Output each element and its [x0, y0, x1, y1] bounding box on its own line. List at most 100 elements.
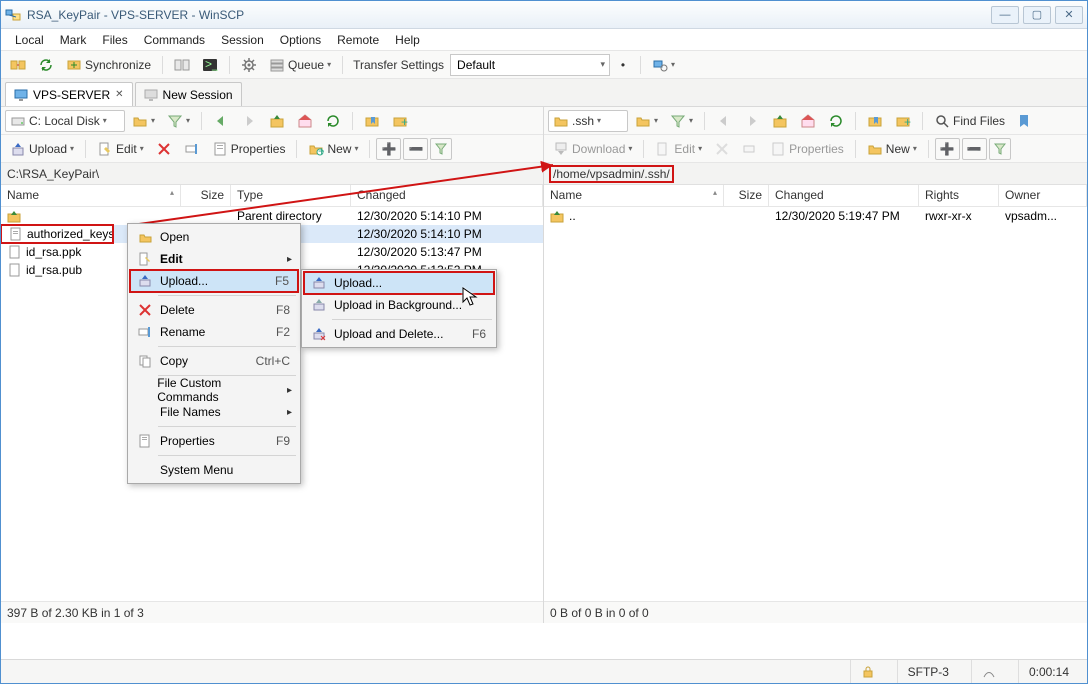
- edit-button[interactable]: Edit▾: [92, 138, 149, 160]
- remote-forward-icon[interactable]: [739, 110, 765, 132]
- ctx-sysmenu[interactable]: System Menu: [130, 459, 298, 481]
- menu-session[interactable]: Session: [213, 31, 272, 49]
- local-home-icon[interactable]: [292, 110, 318, 132]
- ctx-copy[interactable]: CopyCtrl+C: [130, 350, 298, 372]
- sync-browse-icon[interactable]: [5, 54, 31, 76]
- ctx-delete[interactable]: DeleteF8: [130, 299, 298, 321]
- ctx-fcc[interactable]: File Custom Commands▸: [130, 379, 298, 401]
- menu-mark[interactable]: Mark: [52, 31, 95, 49]
- sync-icon[interactable]: [33, 54, 59, 76]
- rcol-changed[interactable]: Changed: [769, 185, 919, 206]
- rename-icon[interactable]: [179, 138, 205, 160]
- remote-plus-icon[interactable]: ➕: [935, 138, 960, 160]
- local-filter-icon[interactable]: ▾: [162, 110, 195, 132]
- transfer-settings-combo[interactable]: Default: [450, 54, 610, 76]
- svg-text:>_: >_: [205, 57, 218, 71]
- remote-refresh-icon[interactable]: [823, 110, 849, 132]
- col-changed[interactable]: Changed: [351, 185, 543, 206]
- local-refresh-icon[interactable]: [320, 110, 346, 132]
- remote-rename-icon[interactable]: [737, 138, 763, 160]
- remote-bookmark-list-icon[interactable]: [1012, 110, 1036, 132]
- col-size[interactable]: Size: [181, 185, 231, 206]
- context-menu: Open Edit▸ Upload...F5 DeleteF8 RenameF2…: [127, 223, 301, 484]
- minimize-button[interactable]: —: [991, 6, 1019, 24]
- remote-filter-toggle-icon[interactable]: [989, 138, 1011, 160]
- subctx-upload-del[interactable]: Upload and Delete...F6: [304, 323, 494, 345]
- folder-up-icon: [7, 208, 23, 224]
- transfer-settings-edit-icon[interactable]: •: [612, 54, 634, 76]
- rcol-size[interactable]: Size: [724, 185, 769, 206]
- remote-properties-button[interactable]: Properties: [765, 138, 849, 160]
- filter-toggle-icon[interactable]: [430, 138, 452, 160]
- remote-back-icon[interactable]: [711, 110, 737, 132]
- ctx-edit[interactable]: Edit▸: [130, 248, 298, 270]
- menu-options[interactable]: Options: [272, 31, 329, 49]
- remote-bookmark-icon[interactable]: [862, 110, 888, 132]
- new-session-tab[interactable]: New Session: [135, 82, 242, 106]
- properties-icon: [138, 434, 152, 448]
- find-files-button[interactable]: Find Files: [929, 110, 1010, 132]
- new-folder-button[interactable]: +New▾: [303, 138, 363, 160]
- ctx-properties[interactable]: PropertiesF9: [130, 430, 298, 452]
- plus-icon[interactable]: ➕: [376, 138, 401, 160]
- remote-home-icon[interactable]: [795, 110, 821, 132]
- properties-button[interactable]: Properties: [207, 138, 291, 160]
- menu-commands[interactable]: Commands: [136, 31, 213, 49]
- console-icon[interactable]: >_: [197, 54, 223, 76]
- queue-button[interactable]: Queue▾: [264, 54, 336, 76]
- maximize-button[interactable]: ▢: [1023, 6, 1051, 24]
- synchronize-button[interactable]: Synchronize: [61, 54, 156, 76]
- copy-icon: [138, 354, 152, 368]
- local-back-icon[interactable]: [208, 110, 234, 132]
- remote-pane: .ssh▾ ▾ ▾ + Find Files Download▾ Edit▾ P…: [544, 107, 1087, 623]
- remote-delete-icon[interactable]: [709, 138, 735, 160]
- remote-add-bookmark-icon[interactable]: +: [890, 110, 916, 132]
- file-row[interactable]: .. 12/30/2020 5:19:47 PM rwxr-xr-x vpsad…: [544, 207, 1087, 225]
- upload-button[interactable]: Upload▾: [5, 138, 79, 160]
- ctx-upload[interactable]: Upload...F5: [130, 270, 298, 292]
- rcol-owner[interactable]: Owner: [999, 185, 1087, 206]
- remote-minus-icon[interactable]: ➖: [962, 138, 987, 160]
- menu-help[interactable]: Help: [387, 31, 428, 49]
- minus-icon[interactable]: ➖: [403, 138, 428, 160]
- rcol-name[interactable]: Name: [544, 185, 724, 206]
- disk-icon: [10, 113, 26, 129]
- col-type[interactable]: Type: [231, 185, 351, 206]
- local-drive-combo[interactable]: C: Local Disk▾: [5, 110, 125, 132]
- delete-icon[interactable]: [151, 138, 177, 160]
- local-up-icon[interactable]: [264, 110, 290, 132]
- upload-icon: [138, 274, 152, 288]
- remote-open-folder-icon[interactable]: ▾: [630, 110, 663, 132]
- remote-file-list[interactable]: .. 12/30/2020 5:19:47 PM rwxr-xr-x vpsad…: [544, 207, 1087, 601]
- tab-close-icon[interactable]: ✕: [115, 89, 123, 100]
- remote-edit-button[interactable]: Edit▾: [650, 138, 707, 160]
- session-tab-active[interactable]: VPS-SERVER ✕: [5, 82, 133, 106]
- transfer-settings-label: Transfer Settings: [349, 58, 448, 72]
- rcol-rights[interactable]: Rights: [919, 185, 999, 206]
- local-bookmark-icon[interactable]: [359, 110, 385, 132]
- menu-remote[interactable]: Remote: [329, 31, 387, 49]
- remote-dir-combo[interactable]: .ssh▾: [548, 110, 628, 132]
- local-add-bookmark-icon[interactable]: +: [387, 110, 413, 132]
- local-forward-icon[interactable]: [236, 110, 262, 132]
- ctx-open[interactable]: Open: [130, 226, 298, 248]
- elapsed-time: 0:00:14: [1018, 660, 1079, 683]
- compare-icon[interactable]: [169, 54, 195, 76]
- remote-up-icon[interactable]: [767, 110, 793, 132]
- remote-filter-icon[interactable]: ▾: [665, 110, 698, 132]
- gear-icon[interactable]: [236, 54, 262, 76]
- subctx-upload[interactable]: Upload...: [304, 272, 494, 294]
- download-button[interactable]: Download▾: [548, 138, 637, 160]
- close-button[interactable]: ✕: [1055, 6, 1083, 24]
- session-options-icon[interactable]: ▾: [647, 54, 680, 76]
- local-open-folder-icon[interactable]: ▾: [127, 110, 160, 132]
- menu-files[interactable]: Files: [94, 31, 135, 49]
- upload-del-icon: [312, 327, 326, 341]
- menu-local[interactable]: Local: [7, 31, 52, 49]
- ctx-filenames[interactable]: File Names▸: [130, 401, 298, 423]
- menubar: Local Mark Files Commands Session Option…: [1, 29, 1087, 51]
- col-name[interactable]: Name: [1, 185, 181, 206]
- ctx-rename[interactable]: RenameF2: [130, 321, 298, 343]
- remote-new-button[interactable]: New▾: [862, 138, 922, 160]
- subctx-upload-bg[interactable]: Upload in Background...: [304, 294, 494, 316]
